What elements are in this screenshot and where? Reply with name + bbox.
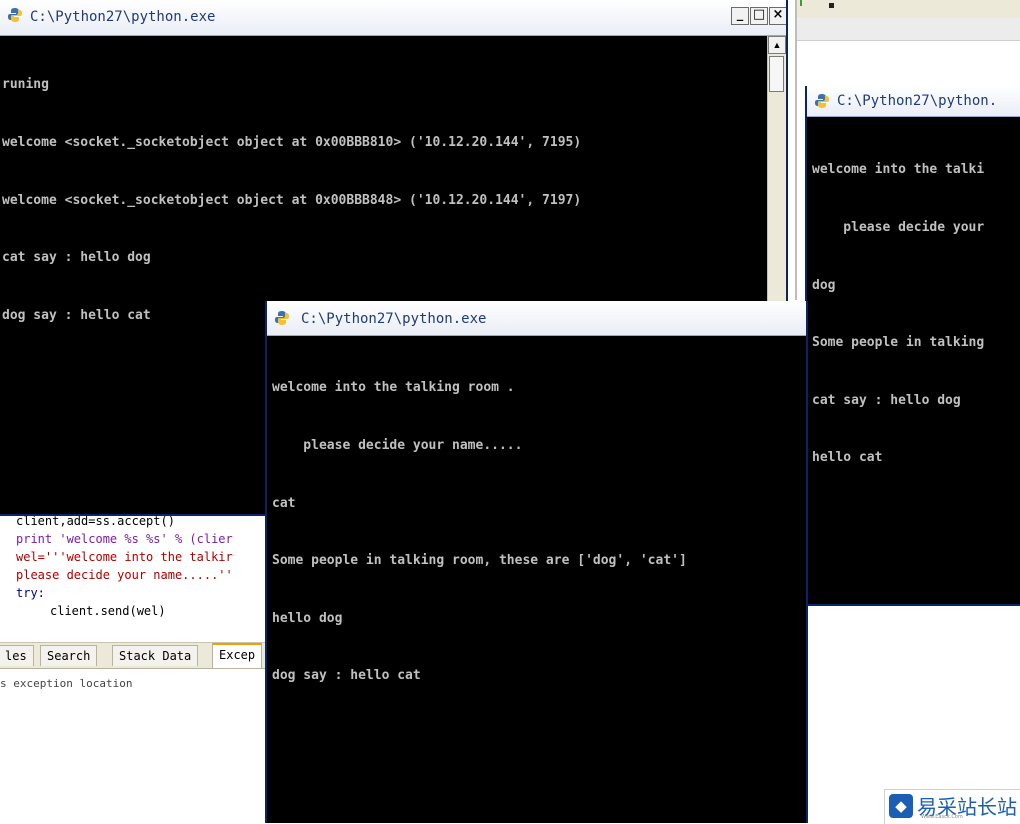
- code-editor[interactable]: client,add=ss.accept() print 'welcome %s…: [0, 514, 268, 640]
- watermark-subtext: Www.Easck.Com: [921, 814, 963, 820]
- tab-search[interactable]: Search: [40, 645, 98, 666]
- console-output: welcome into the talking room . please d…: [267, 340, 806, 823]
- server-titlebar[interactable]: C:\Python27\python.exe _ □ ×: [0, 0, 786, 36]
- console-line: cat say : hello dog: [2, 250, 151, 266]
- ide-pane-separator: [795, 0, 797, 300]
- code-line: please decide your name.....'': [16, 568, 233, 582]
- console-line: dog say : hello cat: [272, 668, 421, 684]
- console-line: hello dog: [272, 610, 343, 626]
- watermark-logo-icon: ◆: [889, 794, 913, 818]
- console-line: please decide your name.....: [272, 438, 523, 453]
- window-title: C:\Python27\python.exe: [30, 9, 216, 25]
- ide-toolbar-strip: [797, 0, 1020, 19]
- console-line: hello cat: [812, 450, 883, 466]
- close-button[interactable]: ×: [769, 7, 786, 25]
- console-line: Some people in talking room, these are […: [272, 553, 687, 569]
- tab-exceptions[interactable]: Excep: [212, 643, 263, 669]
- python-icon: [815, 94, 829, 108]
- tab-variables[interactable]: les: [0, 645, 34, 666]
- toolbar-green-mark: [800, 0, 802, 6]
- code-line: print 'welcome %s %s' % (clier: [16, 532, 233, 546]
- tab-stack-data[interactable]: Stack Data: [112, 645, 199, 666]
- code-line: try:: [16, 586, 45, 600]
- console-line: welcome <socket._socketobject object at …: [2, 192, 582, 208]
- console-output: welcome into the talki please decide you…: [807, 122, 1020, 604]
- cat-client-console-window[interactable]: C:\Python27\python.exe welcome into the …: [265, 301, 808, 823]
- maximize-button[interactable]: □: [750, 7, 768, 25]
- exception-location-text: s exception location: [0, 677, 133, 690]
- console-line: welcome into the talki: [812, 162, 985, 178]
- window-title: C:\Python27\python.exe: [301, 311, 487, 327]
- dog-client-console-window[interactable]: C:\Python27\python. welcome into the tal…: [805, 86, 1020, 606]
- console-line: cat say : hello dog: [812, 392, 961, 408]
- minimize-button[interactable]: _: [731, 7, 749, 25]
- ide-gray-bar: [797, 18, 1020, 41]
- dog-client-titlebar[interactable]: C:\Python27\python.: [807, 86, 1020, 117]
- python-icon: [8, 8, 22, 22]
- code-line: wel='''welcome into the talkir: [16, 550, 233, 564]
- console-line: cat: [272, 495, 296, 511]
- console-line: welcome <socket._socketobject object at …: [2, 135, 582, 150]
- debug-tabs: les Search Stack Data Excep: [0, 642, 268, 669]
- console-line: dog: [812, 277, 836, 293]
- console-line: runing: [2, 77, 49, 93]
- console-line: please decide your: [812, 220, 985, 235]
- scroll-thumb[interactable]: [769, 56, 784, 92]
- code-line: client,add=ss.accept(): [16, 514, 175, 528]
- python-icon: [275, 311, 289, 325]
- cat-client-titlebar[interactable]: C:\Python27\python.exe: [267, 301, 806, 336]
- window-title: C:\Python27\python.: [837, 93, 998, 109]
- site-watermark: ◆ 易采站长站 Www.Easck.Com: [884, 789, 1020, 824]
- exception-info-panel: s exception location: [0, 668, 268, 824]
- toolbar-square-icon[interactable]: [829, 3, 834, 8]
- scroll-up-arrow-icon[interactable]: ▲: [768, 36, 786, 54]
- console-line: Some people in talking: [812, 335, 985, 351]
- code-line: client.send(wel): [50, 604, 166, 618]
- console-line: welcome into the talking room .: [272, 380, 515, 396]
